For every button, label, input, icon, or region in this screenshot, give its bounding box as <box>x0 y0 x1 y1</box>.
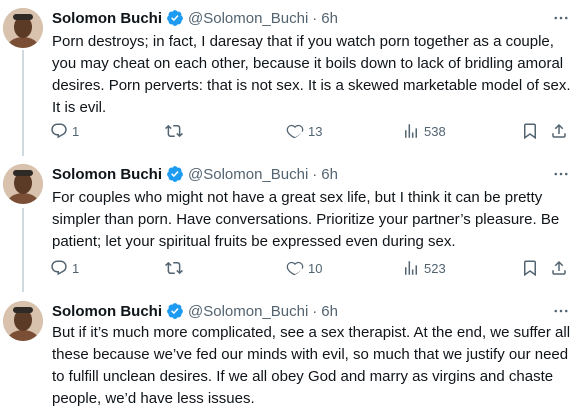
tweet-text: But if it’s much more complicated, see a… <box>52 324 571 407</box>
share-icon <box>550 259 568 277</box>
author-name[interactable]: Solomon Buchi <box>52 166 162 183</box>
like-count: 13 <box>308 123 323 139</box>
verified-badge-icon <box>166 302 184 320</box>
like-count: 10 <box>308 260 323 276</box>
separator-dot: · <box>312 9 318 27</box>
verified-badge-icon <box>166 9 184 27</box>
like-button[interactable]: 13 <box>286 121 322 141</box>
share-button[interactable] <box>550 258 568 278</box>
like-icon <box>286 122 304 140</box>
repost-icon <box>165 122 183 140</box>
timestamp[interactable]: 6h <box>321 166 338 183</box>
more-icon[interactable] <box>550 8 572 28</box>
bookmark-icon <box>521 259 539 277</box>
repost-icon <box>165 259 183 277</box>
share-button[interactable] <box>550 121 568 141</box>
tweet-header: Solomon Buchi @Solomon_Buchi · 6h <box>52 164 338 184</box>
repost-button[interactable] <box>165 121 187 141</box>
tweet-text: For couples who might not have a great s… <box>52 189 560 250</box>
views-count: 538 <box>424 123 446 139</box>
bookmark-button[interactable] <box>521 121 539 141</box>
author-name[interactable]: Solomon Buchi <box>52 303 162 320</box>
action-bar: 1 10 523 <box>50 258 570 278</box>
reply-button[interactable]: 1 <box>50 258 79 278</box>
share-icon <box>550 122 568 140</box>
like-button[interactable]: 10 <box>286 258 322 278</box>
reply-count: 1 <box>72 123 80 139</box>
like-icon <box>286 259 304 277</box>
separator-dot: · <box>312 302 318 320</box>
more-icon[interactable] <box>550 164 572 184</box>
author-name[interactable]: Solomon Buchi <box>52 10 162 27</box>
verified-badge-icon <box>166 165 184 183</box>
tweet-text: Porn destroys; in fact, I daresay that i… <box>52 33 571 116</box>
reply-icon <box>50 122 68 140</box>
avatar[interactable] <box>3 164 43 204</box>
tweet-header: Solomon Buchi @Solomon_Buchi · 6h <box>52 8 338 28</box>
reply-icon <box>50 259 68 277</box>
reply-count: 1 <box>72 260 80 276</box>
separator-dot: · <box>312 165 318 183</box>
tweet[interactable]: Solomon Buchi @Solomon_Buchi · 6h For co… <box>0 164 580 282</box>
tweet[interactable]: Solomon Buchi @Solomon_Buchi · 6h But if… <box>0 301 580 409</box>
author-handle[interactable]: @Solomon_Buchi <box>188 303 308 320</box>
avatar[interactable] <box>3 301 43 341</box>
timestamp[interactable]: 6h <box>321 10 338 27</box>
views-icon <box>402 122 420 140</box>
author-handle[interactable]: @Solomon_Buchi <box>188 10 308 27</box>
timestamp[interactable]: 6h <box>321 303 338 320</box>
views-icon <box>402 259 420 277</box>
action-bar: 1 13 538 <box>50 121 570 141</box>
avatar[interactable] <box>3 8 43 48</box>
author-handle[interactable]: @Solomon_Buchi <box>188 166 308 183</box>
bookmark-button[interactable] <box>521 258 539 278</box>
views-count: 523 <box>424 260 446 276</box>
views-button[interactable]: 538 <box>402 121 446 141</box>
views-button[interactable]: 523 <box>402 258 446 278</box>
reply-button[interactable]: 1 <box>50 121 79 141</box>
bookmark-icon <box>521 122 539 140</box>
tweet[interactable]: Solomon Buchi @Solomon_Buchi · 6h Porn d… <box>0 8 580 148</box>
more-icon[interactable] <box>550 301 572 321</box>
tweet-header: Solomon Buchi @Solomon_Buchi · 6h <box>52 301 338 321</box>
repost-button[interactable] <box>165 258 187 278</box>
